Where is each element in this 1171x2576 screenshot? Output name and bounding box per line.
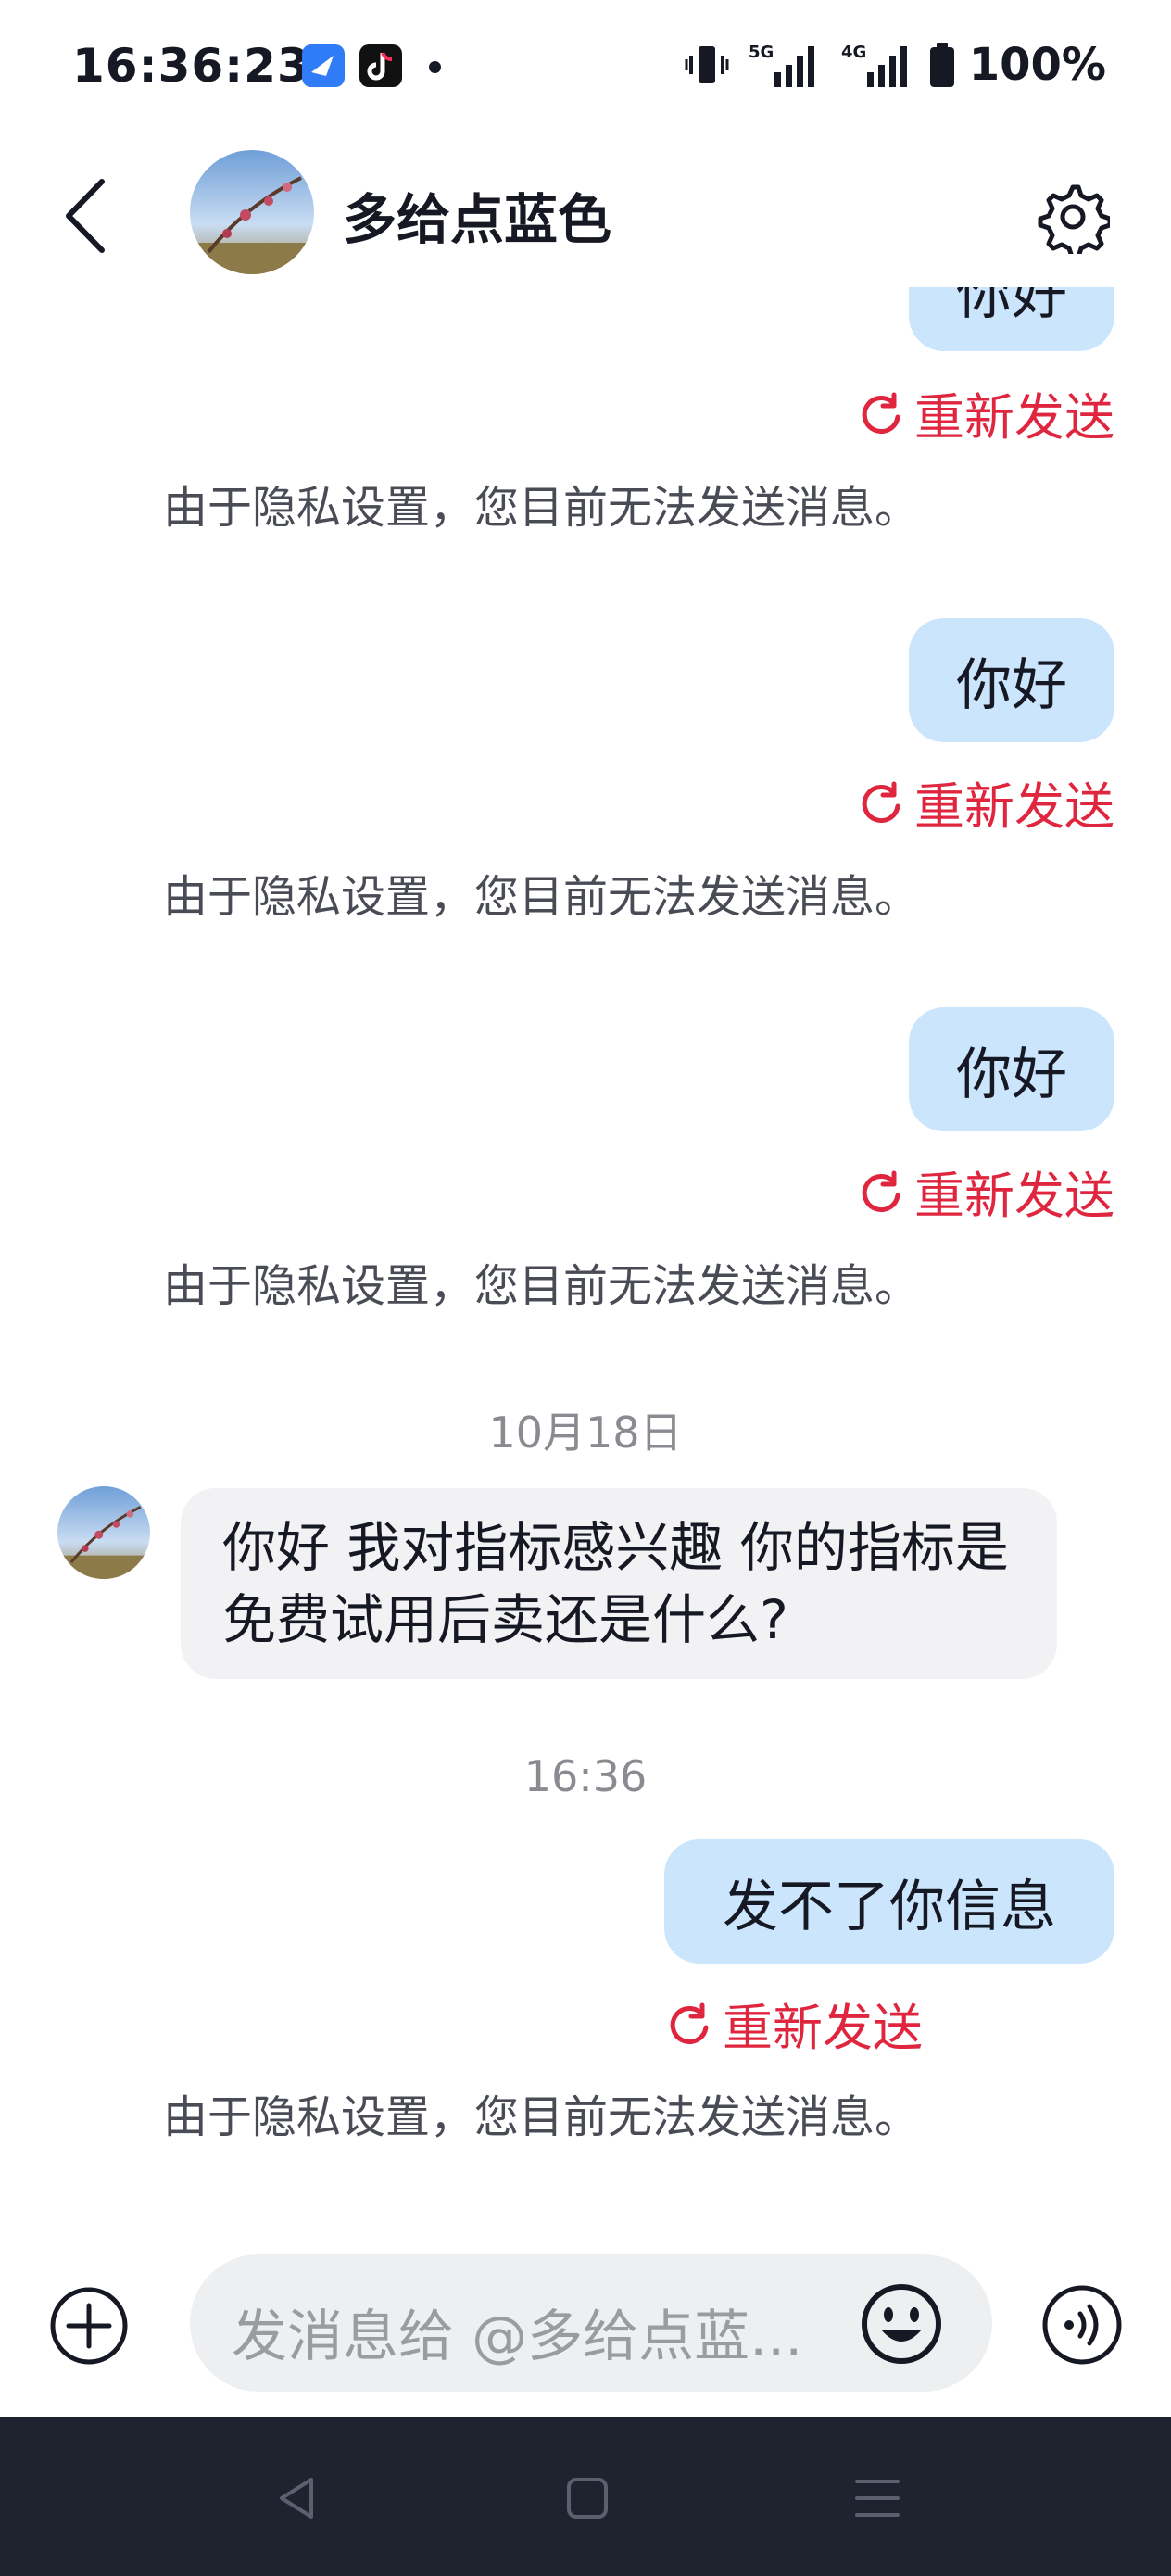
svg-text:5G: 5G	[749, 43, 774, 62]
vibrate-icon	[685, 46, 729, 83]
battery-icon	[929, 43, 954, 87]
message-input-placeholder: 发消息给 @多给点蓝...	[232, 2305, 803, 2369]
gear-icon	[1038, 184, 1113, 259]
settings-button[interactable]	[1036, 180, 1113, 259]
resend-button[interactable]: 重新发送	[665, 1987, 923, 2060]
message-list[interactable]: 你好 重新发送 由于隐私设置，您目前无法发送消息。 你好 重新发送 由于隐私设置…	[0, 287, 1171, 2215]
privacy-notice: 由于隐私设置，您目前无法发送消息。	[163, 482, 920, 534]
back-icon	[66, 179, 105, 253]
message-input-bar: 发消息给 @多给点蓝...	[0, 2215, 1171, 2417]
nav-menu-icon	[855, 2480, 900, 2517]
back-button[interactable]	[56, 174, 120, 258]
outgoing-message-bubble[interactable]: 你好	[909, 1007, 1114, 1131]
nav-back-icon	[280, 2478, 313, 2519]
time-separator: 16:36	[523, 1751, 648, 1801]
emoji-button[interactable]	[859, 2281, 944, 2367]
resend-icon	[862, 392, 900, 434]
incoming-message-bubble[interactable]: 你好 我对指标感兴趣 你的指标是免费试用后卖还是什么?	[181, 1488, 1057, 1679]
sender-avatar[interactable]	[57, 1486, 150, 1579]
status-bar: 16:36:23 5G 4G 100%	[0, 0, 1171, 139]
nav-menu-button[interactable]	[850, 2470, 905, 2526]
outgoing-message-bubble[interactable]: 发不了你信息	[664, 1839, 1114, 1964]
nav-back-button[interactable]	[271, 2470, 326, 2526]
resend-button[interactable]: 重新发送	[857, 765, 1114, 839]
privacy-notice: 由于隐私设置，您目前无法发送消息。	[163, 871, 920, 923]
svg-text:4G: 4G	[841, 43, 866, 62]
emoji-icon	[862, 2284, 941, 2364]
voice-message-button[interactable]	[1039, 2282, 1125, 2368]
add-attachment-button[interactable]	[48, 2285, 130, 2367]
nav-home-icon	[567, 2478, 608, 2519]
voice-icon	[1042, 2285, 1122, 2365]
message-input[interactable]: 发消息给 @多给点蓝...	[190, 2254, 992, 2392]
status-time: 16:36:23	[72, 39, 310, 93]
date-separator: 10月18日	[488, 1408, 683, 1458]
battery-percent: 100%	[968, 39, 1106, 91]
nav-home-button[interactable]	[560, 2470, 615, 2526]
contact-avatar[interactable]	[190, 150, 314, 274]
outgoing-message-bubble[interactable]: 你好	[909, 618, 1114, 742]
contact-name[interactable]: 多给点蓝色	[343, 176, 611, 254]
tiktok-app-icon	[359, 44, 402, 87]
resend-icon	[670, 2002, 709, 2044]
feishu-app-icon	[302, 44, 345, 87]
outgoing-message-bubble[interactable]: 你好	[909, 287, 1114, 351]
privacy-notice: 由于隐私设置，您目前无法发送消息。	[163, 2091, 920, 2143]
resend-icon	[862, 1170, 900, 1212]
privacy-notice: 由于隐私设置，您目前无法发送消息。	[163, 1260, 920, 1312]
system-navigation-bar	[0, 2417, 1171, 2576]
chat-header: 多给点蓝色	[0, 139, 1171, 287]
resend-button[interactable]: 重新发送	[857, 1155, 1114, 1228]
resend-icon	[862, 781, 900, 823]
signal-5g-icon: 5G	[749, 43, 814, 87]
status-indicators: 5G 4G 100%	[684, 37, 1106, 93]
resend-button[interactable]: 重新发送	[857, 376, 1114, 449]
plus-icon	[50, 2287, 128, 2365]
notification-dot	[429, 61, 441, 73]
signal-4g-icon: 4G	[841, 43, 907, 87]
